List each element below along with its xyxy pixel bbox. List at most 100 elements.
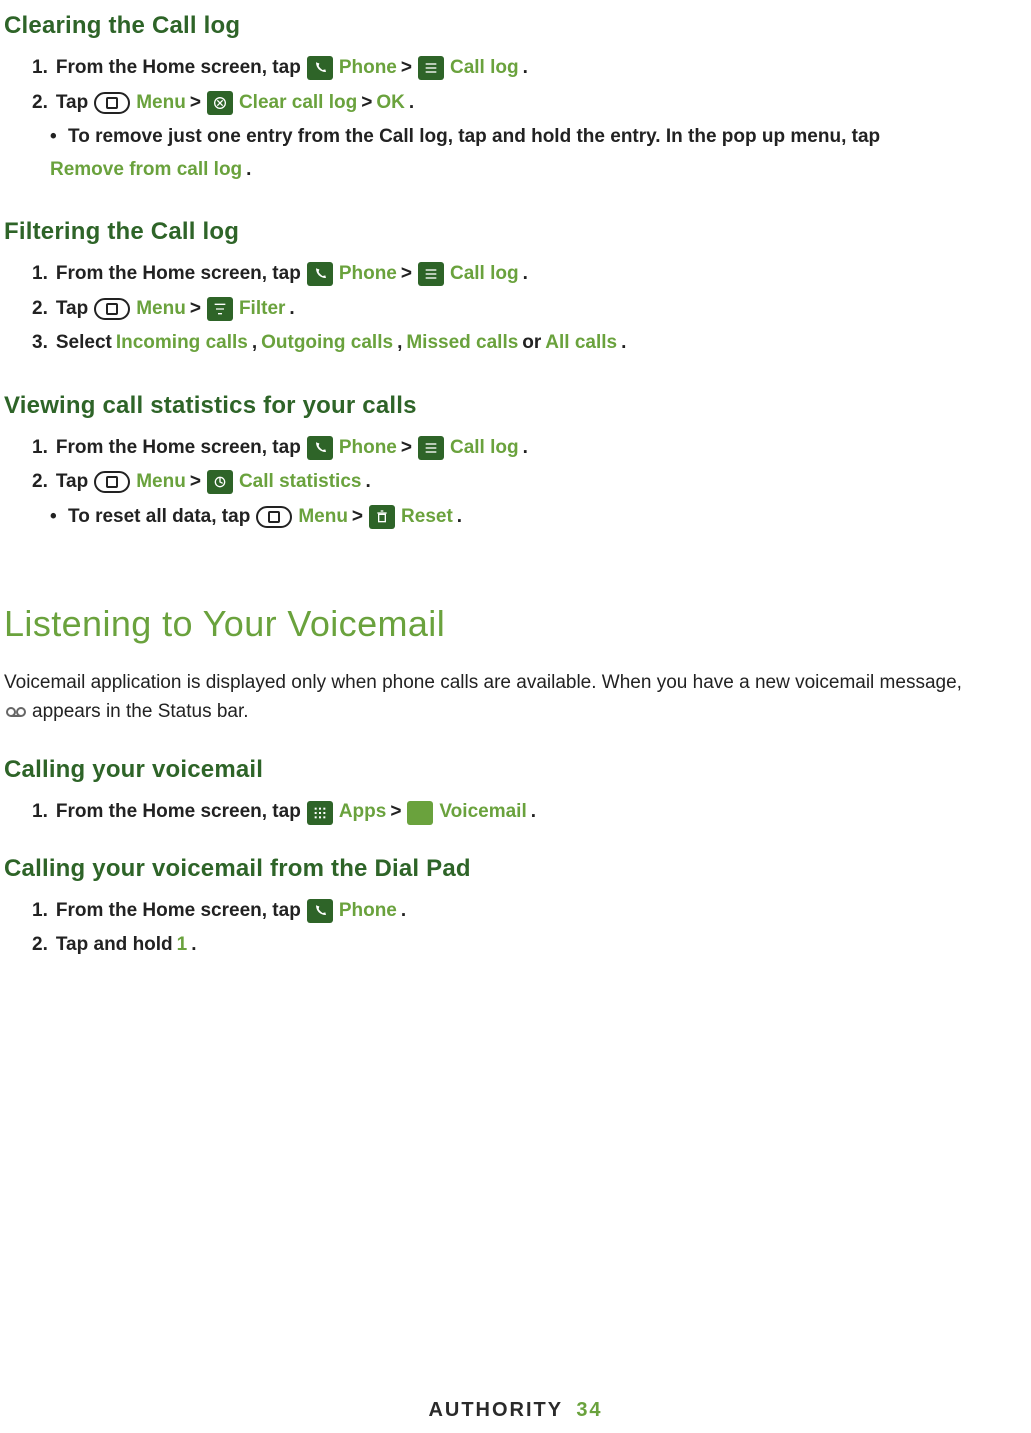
section-title-filtering: Filtering the Call log xyxy=(4,214,1027,250)
key-one-label: 1 xyxy=(177,931,188,960)
step-text: From the Home screen, tap xyxy=(56,260,301,289)
period: . xyxy=(523,54,528,83)
bullet-text: To reset all data, tap xyxy=(68,503,250,532)
step-text: Tap xyxy=(56,295,88,324)
reset-label: Reset xyxy=(401,503,453,532)
step-number: 2. xyxy=(32,89,48,118)
phone-label: Phone xyxy=(339,260,397,289)
bullet-text: To remove just one entry from the Call l… xyxy=(68,123,880,152)
period: . xyxy=(523,260,528,289)
missed-calls-label: Missed calls xyxy=(406,329,518,358)
stats-bullet: • To reset all data, tap Menu > Reset . xyxy=(50,503,1027,532)
filtering-step-3: 3. Select Incoming calls , Outgoing call… xyxy=(32,329,1027,358)
phone-icon xyxy=(307,262,333,286)
step-text: Tap xyxy=(56,89,88,118)
list-icon xyxy=(418,56,444,80)
phone-label: Phone xyxy=(339,54,397,83)
section-title-voicemail: Listening to Your Voicemail xyxy=(4,597,1027,651)
calling-voicemail-step-1: 1. From the Home screen, tap Apps > Voic… xyxy=(32,798,1027,827)
step-text: Select xyxy=(56,329,112,358)
filter-label: Filter xyxy=(239,295,285,324)
clearing-step-1: 1. From the Home screen, tap Phone > Cal… xyxy=(32,54,1027,83)
list-icon xyxy=(418,262,444,286)
period: . xyxy=(246,156,251,185)
section-title-clearing: Clearing the Call log xyxy=(4,8,1027,44)
clearing-step-2: 2. Tap Menu > Clear call log > OK . xyxy=(32,89,1027,118)
step-number: 1. xyxy=(32,897,48,926)
page-footer: AUTHORITY 34 xyxy=(0,1395,1031,1425)
period: . xyxy=(191,931,196,960)
step-number: 2. xyxy=(32,931,48,960)
period: . xyxy=(457,503,462,532)
or-text: or xyxy=(522,329,541,358)
apps-label: Apps xyxy=(339,798,387,827)
stats-step-1: 1. From the Home screen, tap Phone > Cal… xyxy=(32,434,1027,463)
phone-icon xyxy=(307,899,333,923)
comma: , xyxy=(252,329,257,358)
menu-label: Menu xyxy=(136,295,186,324)
voicemail-app-icon xyxy=(407,801,433,825)
remove-from-call-log-label: Remove from call log xyxy=(50,156,242,185)
step-number: 2. xyxy=(32,468,48,497)
step-number: 3. xyxy=(32,329,48,358)
footer-page-number: 34 xyxy=(576,1399,602,1421)
chevron: > xyxy=(401,54,412,83)
step-text: Tap and hold xyxy=(56,931,173,960)
phone-label: Phone xyxy=(339,434,397,463)
period: . xyxy=(401,897,406,926)
voicemail-status-icon xyxy=(6,705,26,719)
call-statistics-icon xyxy=(207,470,233,494)
step-number: 1. xyxy=(32,54,48,83)
section-title-calling-voicemail: Calling your voicemail xyxy=(4,752,1027,788)
menu-icon xyxy=(94,471,130,493)
clear-call-log-label: Clear call log xyxy=(239,89,357,118)
filtering-step-2: 2. Tap Menu > Filter . xyxy=(32,295,1027,324)
chevron: > xyxy=(401,260,412,289)
menu-label: Menu xyxy=(136,89,186,118)
section-title-statistics: Viewing call statistics for your calls xyxy=(4,388,1027,424)
period: . xyxy=(621,329,626,358)
phone-icon xyxy=(307,56,333,80)
clearing-bullet: • To remove just one entry from the Call… xyxy=(50,123,1027,184)
call-log-label: Call log xyxy=(450,434,519,463)
menu-icon xyxy=(256,506,292,528)
apps-icon xyxy=(307,801,333,825)
menu-icon xyxy=(94,298,130,320)
section-title-dialpad: Calling your voicemail from the Dial Pad xyxy=(4,851,1027,887)
period: . xyxy=(289,295,294,324)
chevron: > xyxy=(361,89,372,118)
period: . xyxy=(365,468,370,497)
call-log-label: Call log xyxy=(450,54,519,83)
footer-brand: AUTHORITY xyxy=(428,1399,562,1421)
bullet-dot: • xyxy=(50,503,58,532)
chevron: > xyxy=(352,503,363,532)
chevron: > xyxy=(190,468,201,497)
step-text: Tap xyxy=(56,468,88,497)
chevron: > xyxy=(190,89,201,118)
bullet-dot: • xyxy=(50,123,58,152)
step-text: From the Home screen, tap xyxy=(56,798,301,827)
dialpad-step-2: 2. Tap and hold 1 . xyxy=(32,931,1027,960)
page-content: Clearing the Call log 1. From the Home s… xyxy=(0,8,1031,960)
list-icon xyxy=(418,436,444,460)
phone-label: Phone xyxy=(339,897,397,926)
filtering-step-1: 1. From the Home screen, tap Phone > Cal… xyxy=(32,260,1027,289)
incoming-calls-label: Incoming calls xyxy=(116,329,248,358)
phone-icon xyxy=(307,436,333,460)
clear-call-log-icon xyxy=(207,91,233,115)
voicemail-intro-before: Voicemail application is displayed only … xyxy=(4,672,962,693)
step-text: From the Home screen, tap xyxy=(56,897,301,926)
chevron: > xyxy=(190,295,201,324)
step-number: 1. xyxy=(32,434,48,463)
ok-label: OK xyxy=(376,89,405,118)
step-number: 2. xyxy=(32,295,48,324)
filter-icon xyxy=(207,297,233,321)
stats-step-2: 2. Tap Menu > Call statistics . xyxy=(32,468,1027,497)
period: . xyxy=(531,798,536,827)
outgoing-calls-label: Outgoing calls xyxy=(261,329,393,358)
menu-label: Menu xyxy=(298,503,348,532)
call-statistics-label: Call statistics xyxy=(239,468,362,497)
period: . xyxy=(523,434,528,463)
comma: , xyxy=(397,329,402,358)
all-calls-label: All calls xyxy=(545,329,617,358)
